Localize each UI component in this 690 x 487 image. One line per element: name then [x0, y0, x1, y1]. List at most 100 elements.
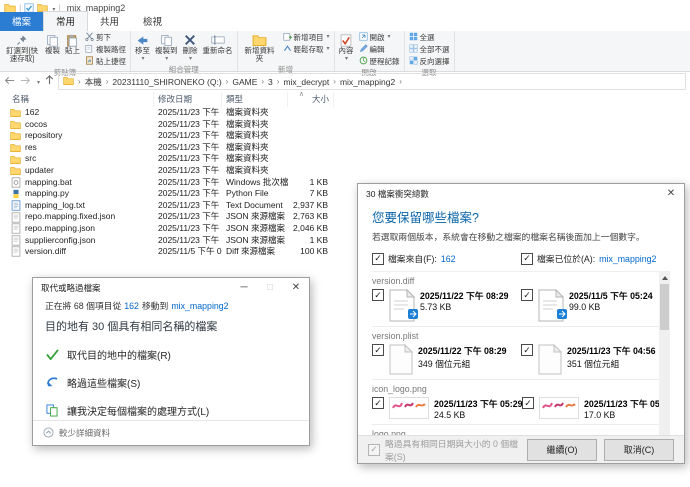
paste-shortcut-button[interactable]: 貼上捷徑 — [83, 56, 128, 67]
destination-version-option[interactable]: ✓ 2025/11/23 下午 05:2517.0 KB — [522, 397, 670, 420]
breadcrumb-item-3[interactable]: 3 — [268, 77, 273, 87]
cut-button[interactable]: 剪下 — [83, 32, 128, 43]
document-icon — [538, 344, 562, 375]
breadcrumb-item-mix-mapping2[interactable]: mix_mapping2 — [340, 77, 395, 87]
scroll-up-icon[interactable] — [659, 272, 670, 283]
file-row[interactable]: 162 2025/11/23 下午 08:49 檔案資料夾 — [8, 107, 338, 119]
file-row[interactable]: mapping.bat 2025/11/23 下午 08:24 Windows … — [8, 177, 338, 189]
column-header-name[interactable]: 名稱 — [8, 92, 154, 107]
destination-version-option[interactable]: ✓ 2025/11/5 下午 05:2499.0 KB — [521, 289, 670, 322]
source-version-option[interactable]: ✓ 2025/11/22 下午 08:29349 個位元組 — [372, 344, 521, 375]
destination-folder-link[interactable]: mix_mapping2 — [599, 254, 656, 264]
column-header-date[interactable]: 修改日期 — [154, 92, 222, 107]
select-none-label: 全部不選 — [420, 45, 450, 54]
qat-properties-icon[interactable] — [24, 3, 34, 13]
tab-file[interactable]: 檔案 — [0, 12, 43, 31]
fewer-details-toggle[interactable]: 較少詳細資料 — [33, 420, 309, 445]
file-row[interactable]: res 2025/11/23 下午 08:50 檔案資料夾 — [8, 142, 338, 154]
new-item-button[interactable]: 新增項目 — [281, 32, 332, 43]
breadcrumb-item-game[interactable]: GAME — [232, 77, 257, 87]
tab-share[interactable]: 共用 — [88, 12, 131, 31]
minimize-button[interactable]: ─ — [231, 278, 257, 297]
copy-to-button[interactable]: 複製到 — [153, 32, 180, 64]
breadcrumb-item-mix-decrypt[interactable]: mix_decrypt — [283, 77, 329, 87]
source-version-option[interactable]: ✓ 2025/11/22 下午 08:295.73 KB — [372, 289, 521, 322]
keep-files-heading: 您要保留哪些檔案? — [372, 207, 670, 226]
file-row[interactable]: repo.mapping.json 2025/11/23 下午 07:46 JS… — [8, 223, 338, 235]
new-folder-button[interactable]: 新增資料夾 — [240, 32, 280, 64]
column-header-size[interactable]: 大小 — [288, 92, 334, 107]
select-none-button[interactable]: 全部不選 — [407, 44, 452, 55]
source-folder-link[interactable]: 162 — [441, 254, 456, 264]
file-row[interactable]: updater 2025/11/23 下午 08:50 檔案資料夾 — [8, 165, 338, 177]
file-row[interactable]: repository 2025/11/23 下午 08:47 檔案資料夾 — [8, 130, 338, 142]
file-row[interactable]: repo.mapping.fixed.json 2025/11/23 下午 07… — [8, 211, 338, 223]
destination-version-option[interactable]: ✓ 2025/11/23 下午 04:56351 個位元組 — [521, 344, 670, 375]
breadcrumb-item-drive[interactable]: 20231110_SHIRONEKO (Q:) — [112, 77, 221, 87]
edit-button[interactable]: 編輯 — [357, 44, 402, 55]
move-to-button[interactable]: 移至 — [133, 32, 152, 64]
back-button[interactable] — [4, 76, 15, 88]
address-bar[interactable]: › 本機 › 20231110_SHIRONEKO (Q:) › GAME › … — [58, 73, 686, 90]
skip-files-option[interactable]: 略過這些檔案(S) — [45, 375, 297, 390]
close-icon[interactable]: ✕ — [658, 184, 684, 203]
breadcrumb-item-this-pc[interactable]: 本機 — [85, 76, 102, 88]
delete-label: 刪除 — [183, 47, 198, 55]
batch-file-icon — [10, 177, 21, 188]
rename-button[interactable]: 重新命名 — [201, 32, 235, 56]
open-button[interactable]: 開啟 — [357, 32, 402, 43]
delete-button[interactable]: 刪除 — [181, 32, 200, 64]
cancel-button[interactable]: 取消(C) — [604, 439, 674, 461]
file-row[interactable]: mapping_log.txt 2025/11/23 下午 08:27 Text… — [8, 200, 338, 212]
decide-each-file-option[interactable]: 讓我決定每個檔案的處理方式(L) — [45, 403, 297, 418]
json-file-icon — [10, 212, 21, 223]
replace-dialog-title-bar: 取代或略過檔案 ─ □ ✕ — [33, 278, 309, 297]
invert-selection-button[interactable]: 反向選擇 — [407, 56, 452, 67]
sort-ascending-icon: ∧ — [299, 90, 304, 98]
copy-button[interactable]: 複製 — [43, 32, 62, 56]
easy-access-button[interactable]: 輕鬆存取 — [281, 44, 332, 55]
file-row[interactable]: mapping.py 2025/11/23 下午 08:23 Python Fi… — [8, 188, 338, 200]
paste-button[interactable]: 貼上 — [63, 32, 82, 56]
select-all-button[interactable]: 全選 — [407, 32, 452, 43]
properties-button[interactable]: 內容 — [337, 32, 356, 64]
move-to-label: 移至 — [135, 47, 150, 55]
continue-button[interactable]: 繼續(O) — [527, 439, 597, 461]
close-button[interactable]: ✕ — [283, 278, 309, 297]
file-row[interactable]: version.diff 2025/11/5 下午 05:24 Diff 來源檔… — [8, 246, 338, 258]
easy-access-icon — [283, 44, 292, 55]
copy-path-button[interactable]: 複製路徑 — [83, 44, 128, 55]
pin-label: 釘選到[快速存取] — [4, 47, 40, 63]
breadcrumb-separator: › — [105, 77, 110, 86]
select-all-source-checkbox[interactable]: ✓ 檔案來自(F): 162 — [372, 252, 521, 265]
breadcrumb-separator: › — [77, 77, 82, 86]
rename-icon — [211, 33, 225, 47]
pin-to-quick-access-button[interactable]: 釘選到[快速存取] — [2, 32, 42, 64]
destination-folder-link[interactable]: mix_mapping2 — [171, 301, 228, 311]
recent-locations-dropdown[interactable] — [36, 76, 40, 87]
json-file-icon — [10, 223, 21, 234]
file-row[interactable]: src 2025/11/23 下午 08:51 檔案資料夾 — [8, 153, 338, 165]
scrollbar[interactable] — [659, 272, 670, 448]
replace-files-option[interactable]: 取代目的地中的檔案(R) — [45, 347, 297, 362]
copy-icon — [46, 33, 59, 47]
scrollbar-thumb[interactable] — [660, 284, 669, 330]
file-row[interactable]: supplierconfig.json 2025/11/23 下午 04:56 … — [8, 235, 338, 247]
tab-view[interactable]: 檢視 — [131, 12, 174, 31]
up-button[interactable] — [45, 75, 54, 88]
breadcrumb-separator: › — [398, 77, 403, 86]
source-version-option[interactable]: ✓ 2025/11/23 下午 05:2924.5 KB — [372, 397, 522, 420]
open-icon — [359, 32, 368, 43]
text-file-icon — [10, 200, 21, 211]
source-folder-link[interactable]: 162 — [124, 301, 139, 311]
select-all-destination-checkbox[interactable]: ✓ 檔案已位於(A): mix_mapping2 — [521, 252, 670, 265]
tab-home[interactable]: 常用 — [43, 11, 88, 31]
new-item-icon — [283, 32, 292, 43]
folder-icon — [10, 107, 21, 118]
history-button[interactable]: 歷程記錄 — [357, 56, 402, 67]
forward-button[interactable] — [20, 76, 31, 88]
file-row[interactable]: cocos 2025/11/23 下午 08:47 檔案資料夾 — [8, 119, 338, 131]
diff-file-icon — [10, 246, 21, 257]
image-thumbnail — [389, 397, 429, 419]
column-header-type[interactable]: 類型 — [222, 92, 288, 107]
